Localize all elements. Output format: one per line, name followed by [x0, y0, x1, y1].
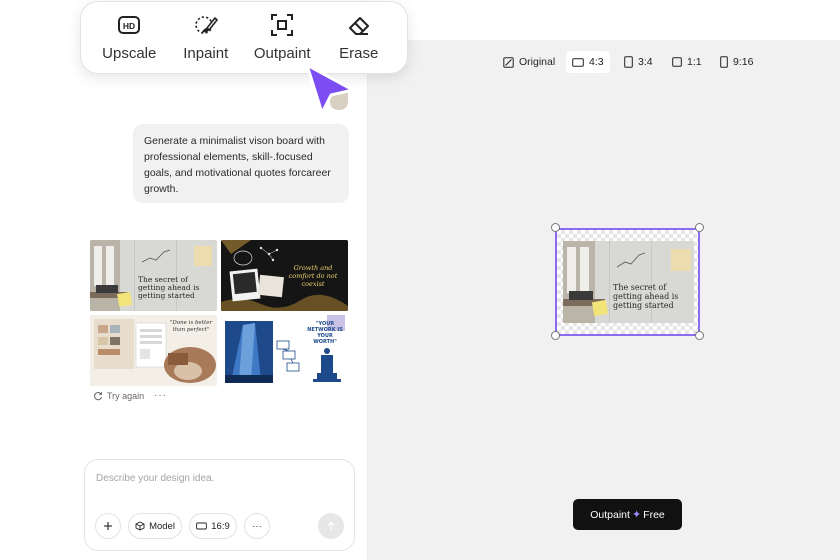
hd-icon: HD: [118, 16, 141, 34]
tool-label: Inpaint: [183, 45, 229, 62]
input-more-label: ···: [252, 520, 262, 532]
user-prompt-bubble: Generate a minimalist vison board with p…: [133, 124, 349, 203]
aspect-option-label: 9:16: [733, 56, 754, 68]
thumbnail-quote-3: "Done is better than perfect": [169, 320, 213, 333]
outpaint-frame[interactable]: The secret of getting ahead is getting s…: [555, 228, 700, 336]
aspect-option-9-16[interactable]: 9:16: [714, 51, 759, 73]
aspect-option-1-1[interactable]: 1:1: [666, 51, 708, 73]
prompt-input-box[interactable]: Describe your design idea. Model 16:9 ··…: [84, 459, 355, 551]
thumbnail-quote-1: The secret of getting ahead is getting s…: [138, 275, 200, 300]
canvas-vision-board-image: [563, 241, 694, 323]
user-prompt-text: Generate a minimalist vison board with p…: [144, 135, 331, 195]
ratio-3-4-icon: [624, 56, 633, 68]
try-again-button[interactable]: Try again: [93, 391, 144, 401]
outpaint-button-suffix: Free: [643, 508, 665, 521]
brush-icon: [194, 16, 218, 34]
ratio-1-1-icon: [672, 57, 682, 67]
outpaint-button-label: Outpaint: [590, 508, 630, 521]
aspect-option-label: 1:1: [687, 56, 702, 68]
aspect-ratio-button[interactable]: 16:9: [189, 513, 237, 539]
eraser-icon: [348, 17, 369, 35]
left-margin: [0, 0, 78, 560]
svg-text:HD: HD: [123, 21, 135, 31]
refresh-icon: [94, 392, 103, 401]
aspect-option-original[interactable]: Original: [497, 51, 561, 73]
arrow-up-icon: [327, 521, 335, 530]
resize-handle-bottom-right[interactable]: [695, 331, 704, 340]
thumbnail-quote-2: Growth and comfort do not coexist: [288, 264, 338, 288]
outpaint-tool-button[interactable]: Outpaint: [246, 13, 318, 62]
aspect-option-label: 4:3: [589, 56, 604, 68]
top-strip: [368, 0, 840, 40]
model-label: Model: [149, 520, 175, 532]
aspect-option-4-3[interactable]: 4:3: [566, 51, 610, 73]
landscape-ratio-icon: [196, 522, 208, 530]
tool-label: Outpaint: [253, 45, 311, 62]
inpaint-tool-button[interactable]: Inpaint: [170, 13, 242, 62]
tool-label: Erase: [339, 45, 379, 62]
edit-toolbar: HD Upscale Inpaint Outpaint Erase: [80, 1, 408, 74]
pointer-cursor-icon: [305, 63, 355, 115]
plus-icon: [104, 522, 112, 530]
erase-tool-button[interactable]: Erase: [323, 13, 395, 62]
original-ratio-icon: [503, 56, 514, 68]
result-thumbnail-3[interactable]: "Done is better than perfect": [90, 315, 217, 386]
ratio-9-16-icon: [720, 56, 728, 68]
resize-handle-top-right[interactable]: [695, 223, 704, 232]
canvas-image: The secret of getting ahead is getting s…: [563, 241, 694, 323]
thumbnail-quote-4: "YOUR NETWORK IS YOUR WORTH": [307, 321, 343, 345]
model-button[interactable]: Model: [128, 513, 182, 539]
expand-icon: [271, 14, 294, 36]
aspect-option-label: 3:4: [638, 56, 653, 68]
result-more-button[interactable]: ···: [154, 390, 167, 401]
upscale-tool-button[interactable]: HD Upscale: [93, 13, 165, 62]
canvas-image-quote: The secret of getting ahead is getting s…: [613, 283, 679, 310]
add-button[interactable]: [95, 513, 121, 539]
result-thumbnail-4[interactable]: "YOUR NETWORK IS YOUR WORTH": [221, 315, 348, 386]
resize-handle-top-left[interactable]: [551, 223, 560, 232]
input-more-button[interactable]: ···: [244, 513, 270, 539]
sparkle-icon: ✦: [631, 509, 642, 521]
result-thumbnail-2[interactable]: Growth and comfort do not coexist: [221, 240, 348, 311]
cube-icon: [135, 521, 145, 531]
result-thumbnail-1[interactable]: The secret of getting ahead is getting s…: [90, 240, 217, 311]
try-again-label: Try again: [107, 391, 145, 401]
aspect-option-label: Original: [519, 56, 556, 68]
ratio-label: 16:9: [211, 520, 230, 532]
ratio-4-3-icon: [572, 57, 584, 67]
tool-label: Upscale: [102, 45, 157, 62]
aspect-option-3-4[interactable]: 3:4: [618, 51, 659, 73]
resize-handle-bottom-left[interactable]: [551, 331, 560, 340]
prompt-input-placeholder: Describe your design idea.: [96, 473, 215, 484]
outpaint-free-button[interactable]: Outpaint ✦ Free: [573, 499, 682, 530]
send-button[interactable]: [318, 513, 344, 539]
result-grid: The secret of getting ahead is getting s…: [90, 240, 349, 386]
